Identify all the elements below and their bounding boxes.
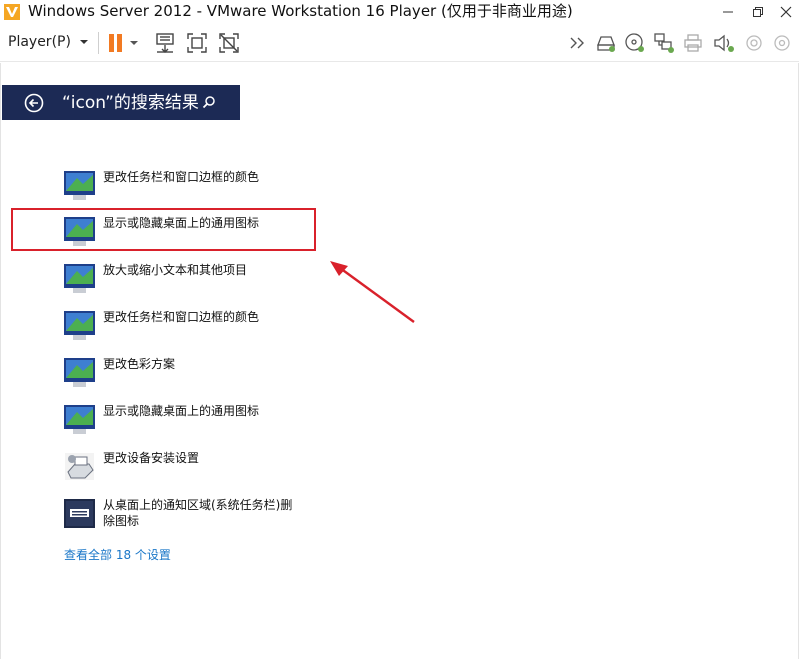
display-icon	[64, 311, 95, 340]
player-toolbar: Player(P)	[0, 24, 799, 62]
result-label: 显示或隐藏桌面上的通用图标	[103, 404, 260, 418]
display-icon	[64, 171, 95, 200]
more-devices-button[interactable]	[567, 31, 591, 55]
printer-button[interactable]	[681, 31, 705, 55]
search-header: “icon”的搜索结果	[2, 85, 240, 120]
annotation-arrow	[330, 261, 415, 323]
result-label: 更改设备安装设置	[103, 451, 200, 465]
minimize-icon	[723, 11, 733, 13]
hard-disk-button[interactable]	[594, 31, 618, 55]
network-adapter-button[interactable]	[652, 31, 676, 55]
player-menu-button[interactable]: Player(P)	[8, 32, 89, 52]
vmware-player-icon	[4, 4, 20, 20]
title-bar: Windows Server 2012 - VMware Workstation…	[0, 0, 799, 24]
result-label: 从桌面上的通知区域(系统任务栏)删除图标	[103, 498, 293, 528]
close-button[interactable]	[763, 0, 799, 24]
see-all-settings-link[interactable]: 查看全部 18 个设置	[64, 547, 171, 563]
chevron-down-icon	[130, 41, 138, 45]
result-label: 更改色彩方案	[103, 357, 176, 371]
cd-dvd-icon	[625, 33, 644, 52]
printer-icon	[684, 34, 702, 52]
search-icon[interactable]	[202, 95, 216, 109]
send-ctrl-alt-del-icon	[156, 33, 174, 53]
display-icon	[64, 358, 95, 387]
unity-icon	[219, 33, 239, 53]
pause-icon	[109, 34, 122, 52]
usb-button[interactable]	[742, 31, 766, 55]
result-label: 更改任务栏和窗口边框的颜色	[103, 310, 260, 324]
result-item[interactable]: 显示或隐藏桌面上的通用图标	[63, 403, 323, 439]
notification-area-icon	[64, 499, 95, 528]
chevron-down-icon	[80, 40, 89, 44]
sound-card-icon	[714, 34, 734, 52]
result-label: 更改任务栏和窗口边框的颜色	[103, 170, 260, 184]
result-item[interactable]: 从桌面上的通知区域(系统任务栏)删除图标	[63, 497, 323, 533]
hard-disk-icon	[597, 36, 615, 52]
sound-card-button[interactable]	[712, 31, 736, 55]
back-arrow-icon[interactable]	[24, 93, 44, 113]
result-item[interactable]: 更改任务栏和窗口边框的颜色	[63, 309, 323, 345]
fit-guest-button[interactable]	[185, 31, 209, 55]
cd-dvd-button[interactable]	[623, 31, 647, 55]
result-item[interactable]: 更改色彩方案	[63, 356, 323, 392]
display-icon	[64, 264, 95, 293]
player-menu-label: Player(P)	[8, 34, 71, 50]
toolbar-divider	[98, 32, 99, 54]
result-label: 放大或缩小文本和其他项目	[103, 263, 248, 277]
send-ctrl-alt-del-button[interactable]	[153, 31, 177, 55]
network-adapter-icon	[654, 33, 674, 53]
unity-button[interactable]	[217, 31, 241, 55]
gear-icon	[774, 35, 790, 51]
pause-dropdown[interactable]	[127, 31, 141, 55]
display-icon	[64, 405, 95, 434]
more-button[interactable]	[770, 31, 794, 55]
fit-guest-icon	[187, 33, 207, 53]
search-results-title: “icon”的搜索结果	[62, 93, 199, 113]
highlight-box	[11, 208, 316, 251]
more-devices-icon	[570, 37, 584, 49]
window-title: Windows Server 2012 - VMware Workstation…	[28, 2, 573, 20]
close-icon	[780, 6, 792, 18]
pause-button[interactable]	[104, 31, 128, 55]
result-item[interactable]: 更改任务栏和窗口边框的颜色	[63, 169, 323, 205]
device-installation-icon	[65, 453, 94, 480]
result-item[interactable]: 更改设备安装设置	[63, 450, 323, 486]
result-item[interactable]: 放大或缩小文本和其他项目	[63, 262, 323, 298]
usb-icon	[746, 35, 762, 51]
vm-screen[interactable]: “icon”的搜索结果 更改任务栏和窗口边框的颜色 显示或隐藏桌面上的通用图标 …	[0, 63, 799, 659]
